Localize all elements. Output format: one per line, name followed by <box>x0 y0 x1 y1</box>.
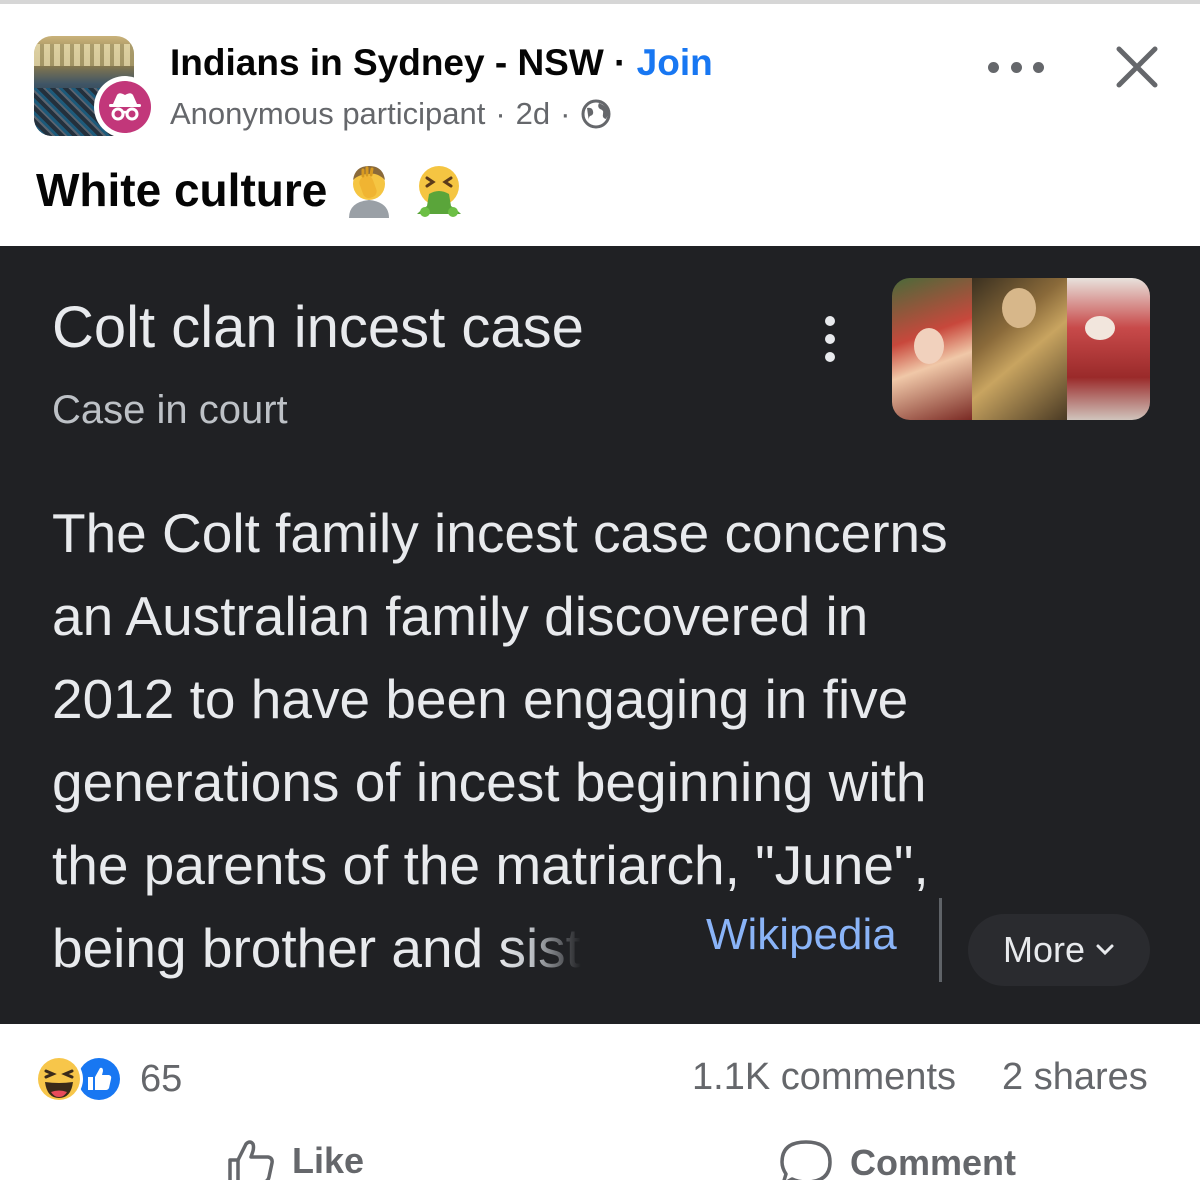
post-time[interactable]: 2d <box>516 96 550 132</box>
top-divider <box>0 0 1200 4</box>
description-faded-text: sist <box>498 917 581 979</box>
thumbnail-photo <box>1067 278 1150 420</box>
haha-reaction-icon <box>35 1055 83 1103</box>
thumbs-up-icon <box>228 1140 274 1180</box>
close-icon[interactable] <box>1112 42 1162 92</box>
description-line: The Colt family incest case concerns <box>52 502 948 564</box>
globe-icon <box>581 99 611 129</box>
join-button[interactable]: Join <box>637 42 713 83</box>
author-name[interactable]: Anonymous participant <box>170 96 485 132</box>
wikipedia-source-link: Wikipedia <box>706 910 897 959</box>
comment-button[interactable]: Comment <box>778 1138 1016 1180</box>
group-avatar[interactable] <box>34 36 158 140</box>
panel-thumbnails <box>892 278 1150 420</box>
post-text: White culture <box>36 162 467 218</box>
reaction-summary[interactable]: 65 <box>34 1054 182 1104</box>
group-title-line: Indians in Sydney - NSW · Join <box>170 42 713 84</box>
thumbnail-photo <box>892 278 972 420</box>
chevron-down-icon <box>1096 944 1114 956</box>
title-separator: · <box>603 42 637 83</box>
description-line: 2012 to have been engaging in five <box>52 668 909 730</box>
more-label: More <box>1002 929 1086 970</box>
description-line: generations of incest beginning with <box>52 751 927 813</box>
description-line: the parents of the matriarch, "June", <box>52 834 929 896</box>
comment-count[interactable]: 1.1K comments <box>692 1056 956 1099</box>
incognito-icon <box>109 93 141 121</box>
thumbnail-photo <box>972 278 1067 420</box>
vomit-emoji <box>417 166 462 217</box>
knowledge-panel-subtitle: Case in court <box>52 388 288 432</box>
comment-label: Comment <box>850 1142 1017 1180</box>
description-visible-text: being brother and <box>52 917 499 979</box>
source-divider <box>939 898 942 982</box>
group-name[interactable]: Indians in Sydney - NSW <box>170 42 604 83</box>
reaction-count[interactable]: 65 <box>140 1058 182 1101</box>
facepalm-emoji <box>349 166 390 218</box>
share-count[interactable]: 2 shares <box>1002 1056 1148 1099</box>
more-options-icon[interactable] <box>988 54 1044 80</box>
post-meta: Anonymous participant · 2d · <box>170 96 612 132</box>
post-message: White culture <box>36 164 328 216</box>
knowledge-panel-title: Colt clan incest case <box>52 295 584 360</box>
panel-description: The Colt family incest case concerns an … <box>52 492 1152 990</box>
meta-separator-2: · <box>560 96 571 131</box>
shared-image[interactable]: Colt clan incest case Case in court The … <box>0 246 1200 1024</box>
meta-separator: · <box>495 96 506 131</box>
more-vertical-icon <box>822 316 838 362</box>
like-label: Like <box>292 1140 365 1180</box>
like-button[interactable]: Like <box>226 1138 364 1180</box>
comment-bubble-icon <box>780 1140 832 1180</box>
description-line: an Australian family discovered in <box>52 585 869 647</box>
panel-more-button: More <box>968 914 1150 986</box>
anonymous-avatar <box>94 76 156 138</box>
